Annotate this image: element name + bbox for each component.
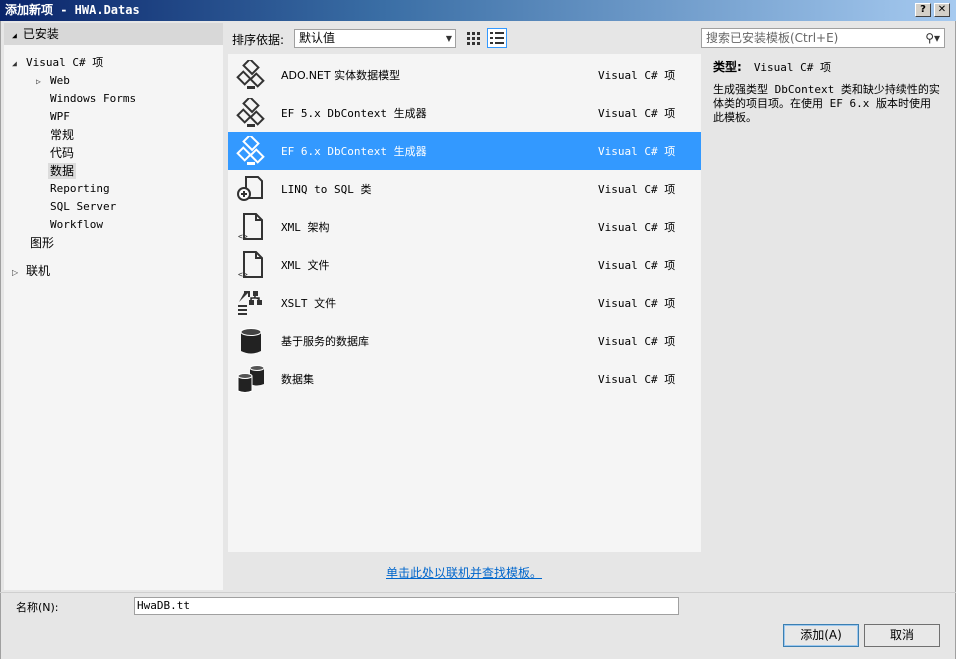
tree-node-reporting[interactable]: Reporting (50, 181, 110, 197)
help-button[interactable]: ? (915, 3, 931, 17)
type-value: Visual C# 项 (753, 61, 832, 74)
search-placeholder: 搜索已安装模板(Ctrl+E) (706, 31, 839, 45)
item-type: Visual C# 项 (598, 373, 676, 386)
grid-view-icon (467, 32, 480, 45)
item-name: XSLT 文件 (281, 297, 337, 310)
ef-diagram-icon (236, 136, 265, 165)
list-item[interactable]: LINQ to SQL 类 Visual C# 项 (228, 170, 701, 208)
svg-text:<>: <> (238, 270, 248, 279)
list-item[interactable]: EF 5.x DbContext 生成器 Visual C# 项 (228, 94, 701, 132)
list-item[interactable]: ADO.NET 实体数据模型 Visual C# 项 (228, 56, 701, 94)
list-item[interactable]: <> XML 架构 Visual C# 项 (228, 208, 701, 246)
collapse-arrow-icon: ◢ (12, 31, 17, 40)
tree-node-visual-csharp[interactable]: ◢ Visual C# 项 (12, 55, 103, 72)
expand-arrow-icon: ▷ (12, 268, 19, 277)
template-list: ADO.NET 实体数据模型 Visual C# 项 EF 5.x DbCont… (228, 54, 701, 552)
database-icon (240, 328, 262, 354)
dataset-icon (237, 365, 265, 393)
item-name: 基于服务的数据库 (281, 335, 369, 348)
tree-node-online[interactable]: ▷ 联机 (12, 263, 50, 281)
template-tree: ◢ 已安装 ◢ Visual C# 项 ▷ Web Windows Forms WPF… (4, 23, 223, 590)
tree-node-code[interactable]: 代码 (50, 145, 74, 161)
item-type: Visual C# 项 (598, 335, 676, 348)
small-icons-view-button[interactable] (463, 28, 483, 48)
search-icon: ⚲▾ (925, 31, 940, 45)
item-type: Visual C# 项 (598, 69, 676, 82)
sort-label: 排序依据: (232, 33, 285, 47)
description-pane: 类型: Visual C# 项 生成强类型 DbContext 类和缺少持续性的实… (713, 60, 941, 125)
type-label: 类型: (713, 60, 742, 74)
name-field[interactable]: HwaDB.tt (134, 597, 679, 615)
sort-dropdown[interactable]: 默认值 ▼ (294, 29, 456, 48)
tree-node-web[interactable]: ▷ Web (36, 73, 70, 90)
divider (0, 592, 956, 593)
tree-node-graphics[interactable]: 图形 (30, 235, 54, 251)
list-item[interactable]: 数据集 Visual C# 项 (228, 360, 701, 398)
tree-node-workflow[interactable]: Workflow (50, 217, 103, 233)
item-name: EF 5.x DbContext 生成器 (281, 107, 427, 120)
expand-arrow-icon: ◢ (12, 59, 17, 68)
chevron-down-icon: ▼ (445, 34, 452, 43)
list-item-selected[interactable]: EF 6.x DbContext 生成器 Visual C# 项 (228, 132, 701, 170)
tree-node-general[interactable]: 常规 (50, 127, 74, 143)
ef-diagram-icon (236, 98, 265, 127)
list-item[interactable]: XSLT 文件 Visual C# 项 (228, 284, 701, 322)
window-title: 添加新项 - HWA.Datas (5, 3, 140, 17)
online-templates-link[interactable]: 单击此处以联机并查找模板。 (386, 564, 542, 581)
sort-value: 默认值 (299, 31, 336, 45)
item-name: XML 架构 (281, 221, 330, 234)
tree-node-windows-forms[interactable]: Windows Forms (50, 91, 136, 107)
add-button[interactable]: 添加(A) (783, 624, 859, 647)
expand-arrow-icon: ▷ (36, 77, 41, 86)
item-type: Visual C# 项 (598, 107, 676, 120)
details-view-button[interactable] (487, 28, 507, 48)
xml-file-icon: <> (238, 251, 263, 279)
list-view-icon (490, 32, 504, 44)
cancel-button[interactable]: 取消 (864, 624, 940, 647)
svg-text:<>: <> (238, 232, 248, 241)
item-type: Visual C# 项 (598, 297, 676, 310)
close-button[interactable]: ✕ (934, 3, 950, 17)
item-name: LINQ to SQL 类 (281, 183, 372, 196)
item-type: Visual C# 项 (598, 221, 676, 234)
xslt-icon (238, 291, 262, 315)
item-name: ADO.NET 实体数据模型 (281, 69, 401, 82)
xml-file-icon: <> (238, 213, 263, 241)
item-type: Visual C# 项 (598, 183, 676, 196)
item-type: Visual C# 项 (598, 145, 676, 158)
tree-node-sql-server[interactable]: SQL Server (50, 199, 116, 215)
title-bar: 添加新项 - HWA.Datas ? ✕ (0, 0, 956, 21)
tree-node-data[interactable]: 数据 (48, 163, 77, 179)
item-type: Visual C# 项 (598, 259, 676, 272)
tree-node-wpf[interactable]: WPF (50, 109, 70, 125)
list-item[interactable]: 基于服务的数据库 Visual C# 项 (228, 322, 701, 360)
linq-icon (237, 176, 263, 201)
type-row: 类型: Visual C# 项 (713, 60, 941, 75)
item-name: XML 文件 (281, 259, 330, 272)
tree-header-installed[interactable]: ◢ 已安装 (4, 23, 223, 45)
ef-diagram-icon (236, 60, 265, 89)
item-name: 数据集 (281, 373, 314, 386)
name-label: 名称(N): (16, 601, 59, 614)
item-name: EF 6.x DbContext 生成器 (281, 145, 427, 158)
list-item[interactable]: <> XML 文件 Visual C# 项 (228, 246, 701, 284)
description-text: 生成强类型 DbContext 类和缺少持续性的实体类的项目项。在使用 EF 6… (713, 83, 940, 124)
search-input[interactable]: 搜索已安装模板(Ctrl+E) ⚲▾ (701, 28, 945, 48)
